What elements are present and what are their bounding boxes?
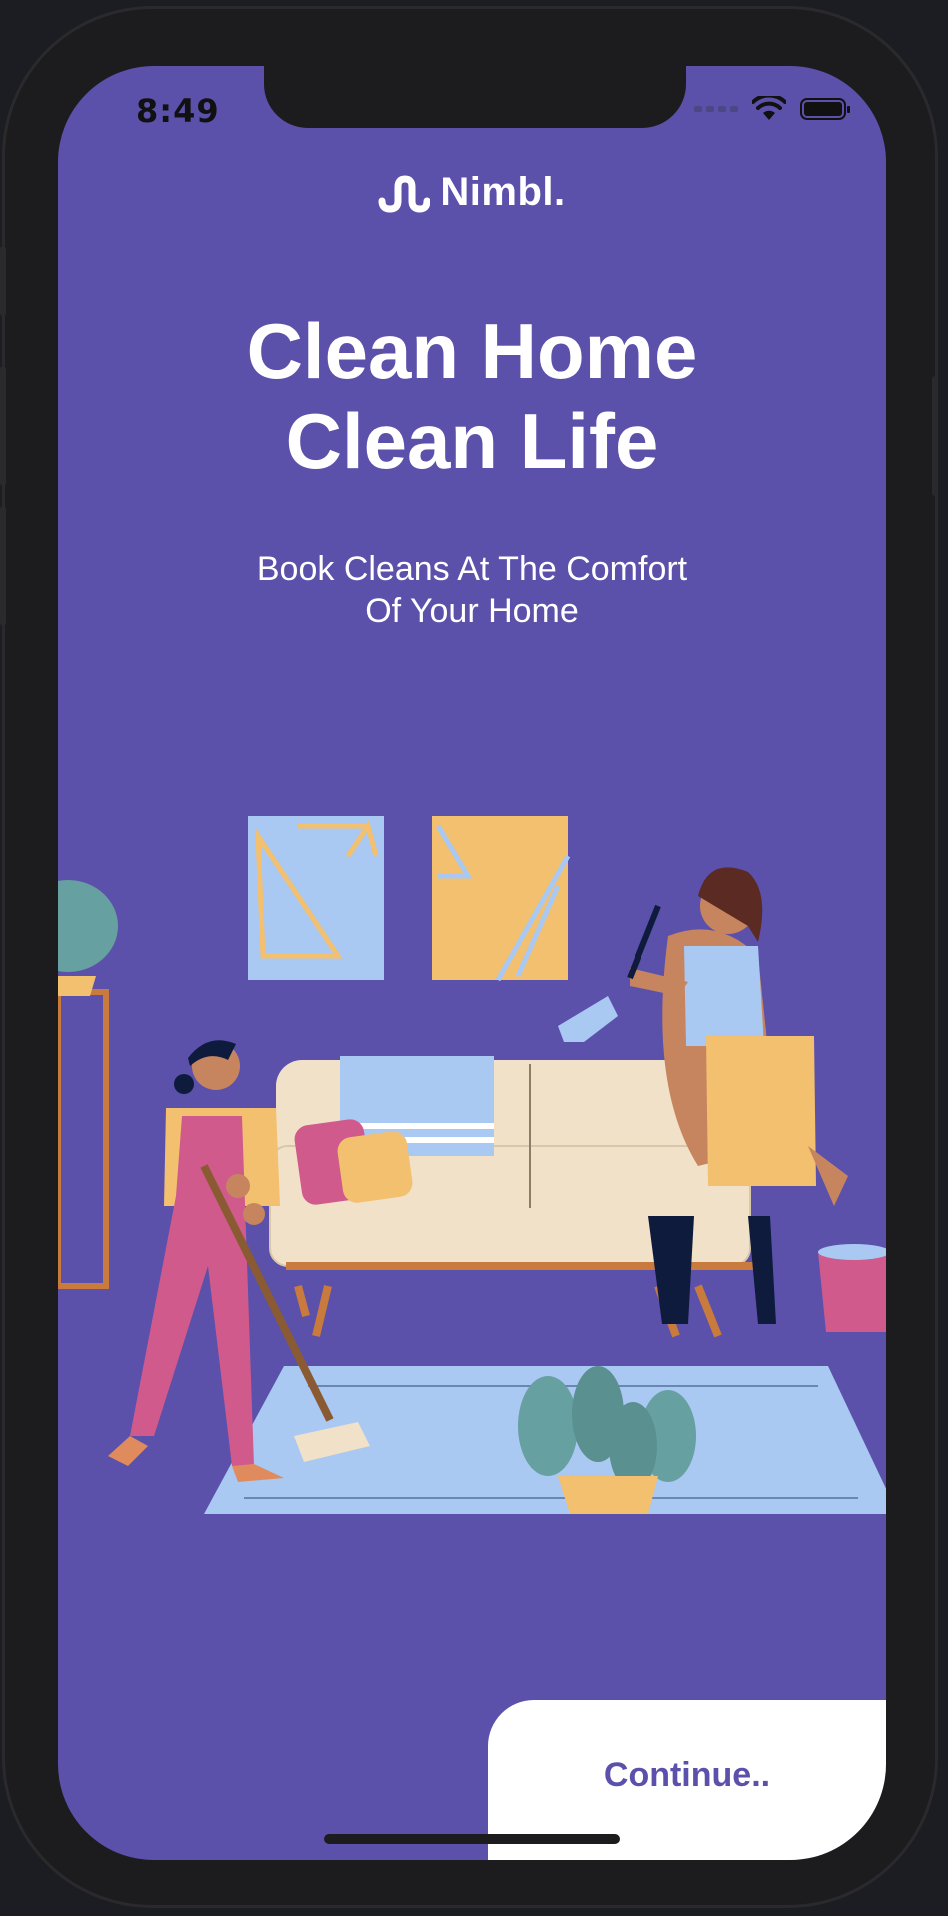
status-time: 8:49 (136, 92, 220, 130)
bucket (818, 1244, 886, 1332)
side-shelf (58, 880, 118, 1289)
brand: Nimbl. (58, 170, 886, 215)
signal-icon (694, 106, 738, 112)
hero-subtitle: Book Cleans At The Comfort Of Your Home (58, 548, 886, 632)
mute-switch (0, 246, 6, 316)
battery-icon (800, 98, 850, 120)
brand-name: Nimbl. (440, 170, 566, 214)
wall-art-blue (248, 816, 384, 980)
volume-down-button (0, 506, 6, 626)
notch (264, 66, 686, 128)
volume-up-button (0, 366, 6, 486)
status-icons (694, 96, 850, 122)
hero-title: Clean Home Clean Life (58, 306, 886, 486)
power-button (932, 376, 938, 496)
hero-title-line-2: Clean Life (285, 397, 659, 485)
wall-art-yellow (432, 816, 571, 982)
phone-frame: 8:49 Nimbl. Clean Home Clean Life Book C… (0, 6, 938, 1908)
cleaning-illustration (58, 816, 886, 1514)
nimbl-logo-icon (378, 174, 431, 213)
hero-title-line-1: Clean Home (246, 307, 698, 395)
continue-button-label: Continue.. (603, 1755, 771, 1794)
hero-subtitle-line-2: Of Your Home (365, 592, 579, 630)
home-indicator (324, 1834, 620, 1844)
wifi-icon (752, 96, 786, 120)
hero-subtitle-line-1: Book Cleans At The Comfort (256, 550, 688, 588)
app-screen: 8:49 Nimbl. Clean Home Clean Life Book C… (58, 66, 886, 1860)
